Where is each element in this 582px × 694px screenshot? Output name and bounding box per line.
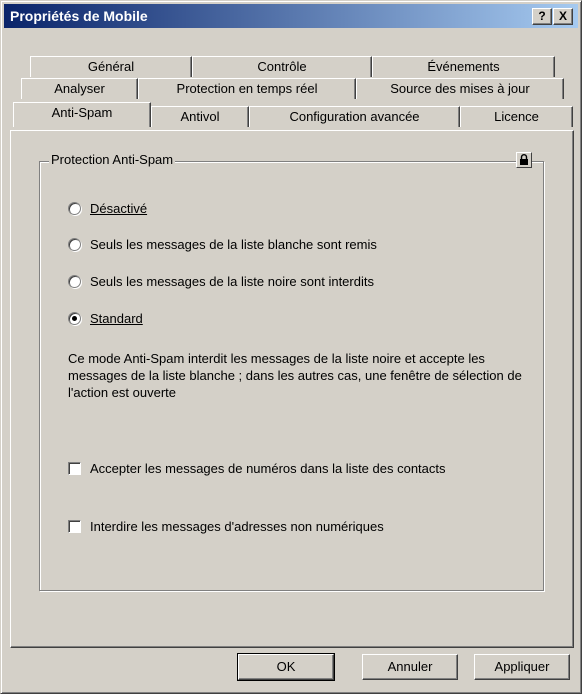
checkbox-box[interactable] bbox=[68, 461, 81, 475]
tab-controle[interactable]: Contrôle bbox=[192, 56, 372, 77]
radio-label: Seuls les messages de la liste blanche s… bbox=[90, 236, 377, 252]
lock-button[interactable] bbox=[516, 152, 532, 168]
checkbox-label: Interdire les messages d'adresses non nu… bbox=[90, 518, 384, 534]
radio-label: Désactivé bbox=[90, 200, 148, 216]
cancel-button[interactable]: Annuler bbox=[362, 654, 458, 680]
radio-desactive[interactable]: Désactivé bbox=[68, 199, 147, 217]
radio-label: Seuls les messages de la liste noire son… bbox=[90, 273, 374, 289]
checkbox-box[interactable] bbox=[68, 519, 81, 533]
mode-description: Ce mode Anti-Spam interdit les messages … bbox=[68, 351, 522, 400]
properties-dialog: Propriétés de Mobile ? X Général Contrôl… bbox=[0, 0, 582, 694]
ok-button[interactable]: OK bbox=[237, 653, 335, 681]
tab-protection-temps-reel[interactable]: Protection en temps réel bbox=[138, 78, 356, 99]
tab-configuration-avancee[interactable]: Configuration avancée bbox=[249, 106, 460, 127]
groupbox-title: Protection Anti-Spam bbox=[49, 152, 176, 167]
radio-label: Standard bbox=[90, 310, 143, 326]
help-button[interactable]: ? bbox=[532, 8, 552, 25]
tab-antivol[interactable]: Antivol bbox=[151, 106, 249, 127]
title-bar[interactable]: Propriétés de Mobile ? X bbox=[4, 4, 578, 28]
close-button[interactable]: X bbox=[553, 8, 573, 25]
radio-circle-checked[interactable] bbox=[68, 311, 81, 325]
radio-liste-noire[interactable]: Seuls les messages de la liste noire son… bbox=[68, 272, 374, 290]
radio-circle[interactable] bbox=[68, 201, 81, 215]
tab-evenements[interactable]: Événements bbox=[372, 56, 555, 77]
window-title: Propriétés de Mobile bbox=[10, 8, 148, 24]
radio-circle[interactable] bbox=[68, 274, 81, 288]
radio-standard[interactable]: Standard bbox=[68, 309, 143, 327]
checkbox-block-non-numeric[interactable]: Interdire les messages d'adresses non nu… bbox=[68, 517, 384, 535]
tab-anti-spam[interactable]: Anti-Spam bbox=[13, 102, 151, 127]
checkbox-accept-contacts[interactable]: Accepter les messages de numéros dans la… bbox=[68, 459, 446, 477]
tab-licence[interactable]: Licence bbox=[460, 106, 573, 127]
radio-liste-blanche[interactable]: Seuls les messages de la liste blanche s… bbox=[68, 235, 377, 253]
lock-icon bbox=[520, 154, 528, 165]
tab-general[interactable]: Général bbox=[30, 56, 192, 77]
radio-circle[interactable] bbox=[68, 237, 81, 251]
tab-analyser[interactable]: Analyser bbox=[21, 78, 138, 99]
tab-source-mises-a-jour[interactable]: Source des mises à jour bbox=[356, 78, 564, 99]
apply-button[interactable]: Appliquer bbox=[474, 654, 570, 680]
checkbox-label: Accepter les messages de numéros dans la… bbox=[90, 460, 446, 476]
